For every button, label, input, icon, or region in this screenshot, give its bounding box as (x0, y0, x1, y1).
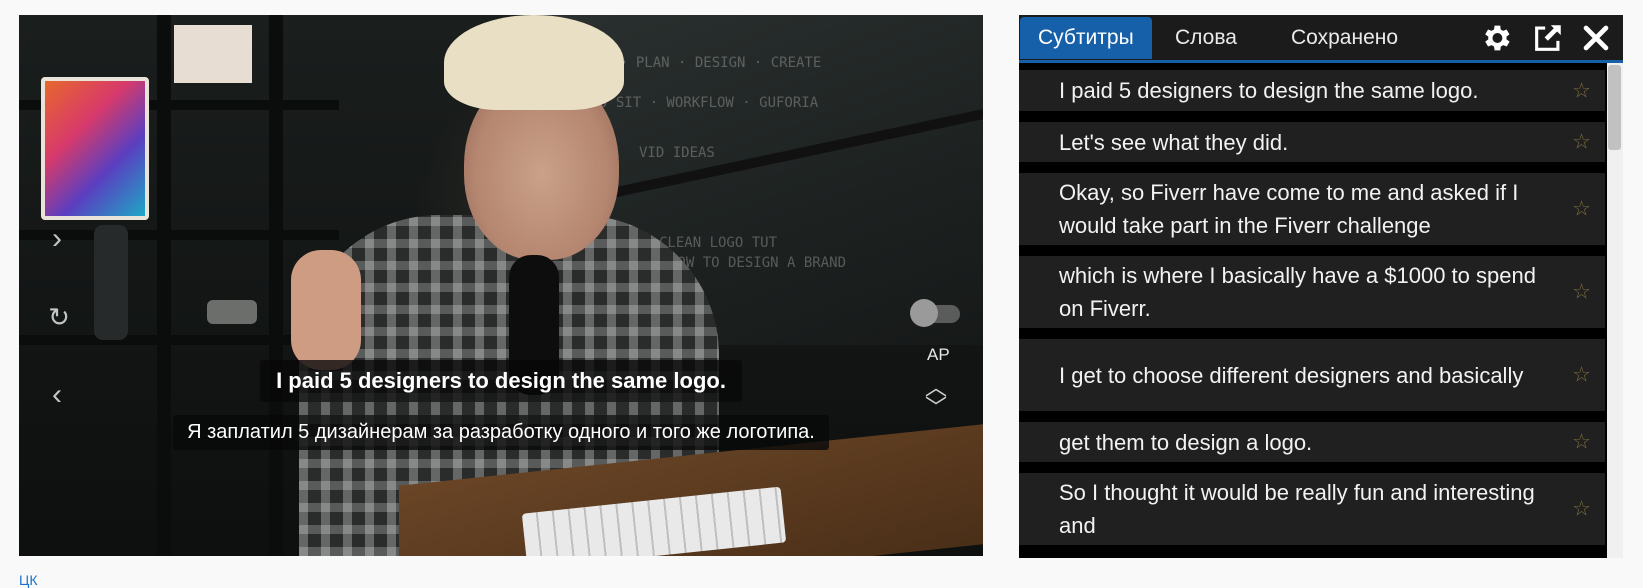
panel-tab-bar: Субтитры Слова Сохранено (1019, 15, 1623, 60)
subtitle-row[interactable]: Okay, so Fiverr have come to me and aske… (1019, 173, 1605, 245)
bottom-link[interactable]: ЦК (19, 572, 38, 588)
person-cap (444, 15, 624, 110)
tab-saved[interactable]: Сохранено (1273, 17, 1416, 59)
subtitle-row[interactable]: I paid 5 designers to design the same lo… (1019, 70, 1605, 111)
subtitle-row-text[interactable]: So I thought it would be really fun and … (1059, 473, 1545, 545)
subtitle-original-text[interactable]: I paid 5 designers to design the same lo… (260, 360, 742, 402)
star-icon[interactable]: ☆ (1572, 74, 1591, 107)
star-icon[interactable]: ☆ (1572, 359, 1591, 392)
bottle-decor (94, 225, 128, 340)
subtitle-row-text[interactable]: which is where I basically have a $1000 … (1059, 256, 1545, 328)
subtitle-row[interactable]: I get to choose different designers and … (1019, 339, 1605, 411)
subtitle-row-text[interactable]: I get to choose different designers and … (1059, 356, 1523, 395)
tab-underline (1019, 60, 1623, 63)
chevron-right-icon[interactable]: › (41, 223, 73, 255)
scrollbar-thumb[interactable] (1608, 65, 1621, 150)
star-icon[interactable]: ☆ (1572, 193, 1591, 226)
star-icon[interactable]: ☆ (1572, 493, 1591, 526)
subtitle-row[interactable]: get them to design a logo. ☆ (1019, 422, 1605, 462)
subtitle-list[interactable]: I paid 5 designers to design the same lo… (1019, 70, 1605, 556)
subtitle-row-text[interactable]: Let's see what they did. (1059, 123, 1288, 162)
shelf-post (269, 15, 283, 556)
tab-subtitles[interactable]: Субтитры (1020, 17, 1152, 59)
autopause-toggle[interactable] (910, 299, 960, 327)
subtitle-row-text[interactable]: Okay, so Fiverr have come to me and aske… (1059, 173, 1545, 245)
subtitle-row[interactable]: which is where I basically have a $1000 … (1019, 256, 1605, 328)
subtitle-translation-text[interactable]: Я заплатил 5 дизайнерам за разработку од… (173, 415, 829, 450)
subtitle-translation[interactable]: Я заплатил 5 дизайнерам за разработку од… (19, 415, 983, 450)
tab-words[interactable]: Слова (1157, 17, 1255, 59)
tablet-decor (41, 77, 149, 220)
star-icon[interactable]: ☆ (1572, 426, 1591, 459)
subtitle-panel: Субтитры Слова Сохранено I paid 5 design… (1019, 15, 1623, 558)
subtitle-original[interactable]: I paid 5 designers to design the same lo… (19, 360, 983, 402)
bowl-decor (207, 300, 257, 324)
close-icon[interactable] (1579, 21, 1613, 55)
subtitle-row[interactable]: Let's see what they did. ☆ (1019, 122, 1605, 162)
shelf-post (157, 15, 171, 556)
subtitle-row[interactable]: So I thought it would be really fun and … (1019, 473, 1605, 545)
person-hand (291, 250, 361, 370)
replay-icon[interactable]: ↻ (43, 301, 75, 333)
export-icon[interactable] (1531, 21, 1565, 55)
subtitle-row-text[interactable]: get them to design a logo. (1059, 423, 1312, 462)
toggle-knob (910, 299, 938, 327)
framed-picture (174, 25, 252, 83)
star-icon[interactable]: ☆ (1572, 126, 1591, 159)
video-player[interactable]: • PLAN · DESIGN · CREATE 5 SIT · WORKFLO… (19, 15, 983, 556)
gear-icon[interactable] (1479, 21, 1513, 55)
star-icon[interactable]: ☆ (1572, 276, 1591, 309)
subtitle-row-text[interactable]: I paid 5 designers to design the same lo… (1059, 71, 1479, 110)
